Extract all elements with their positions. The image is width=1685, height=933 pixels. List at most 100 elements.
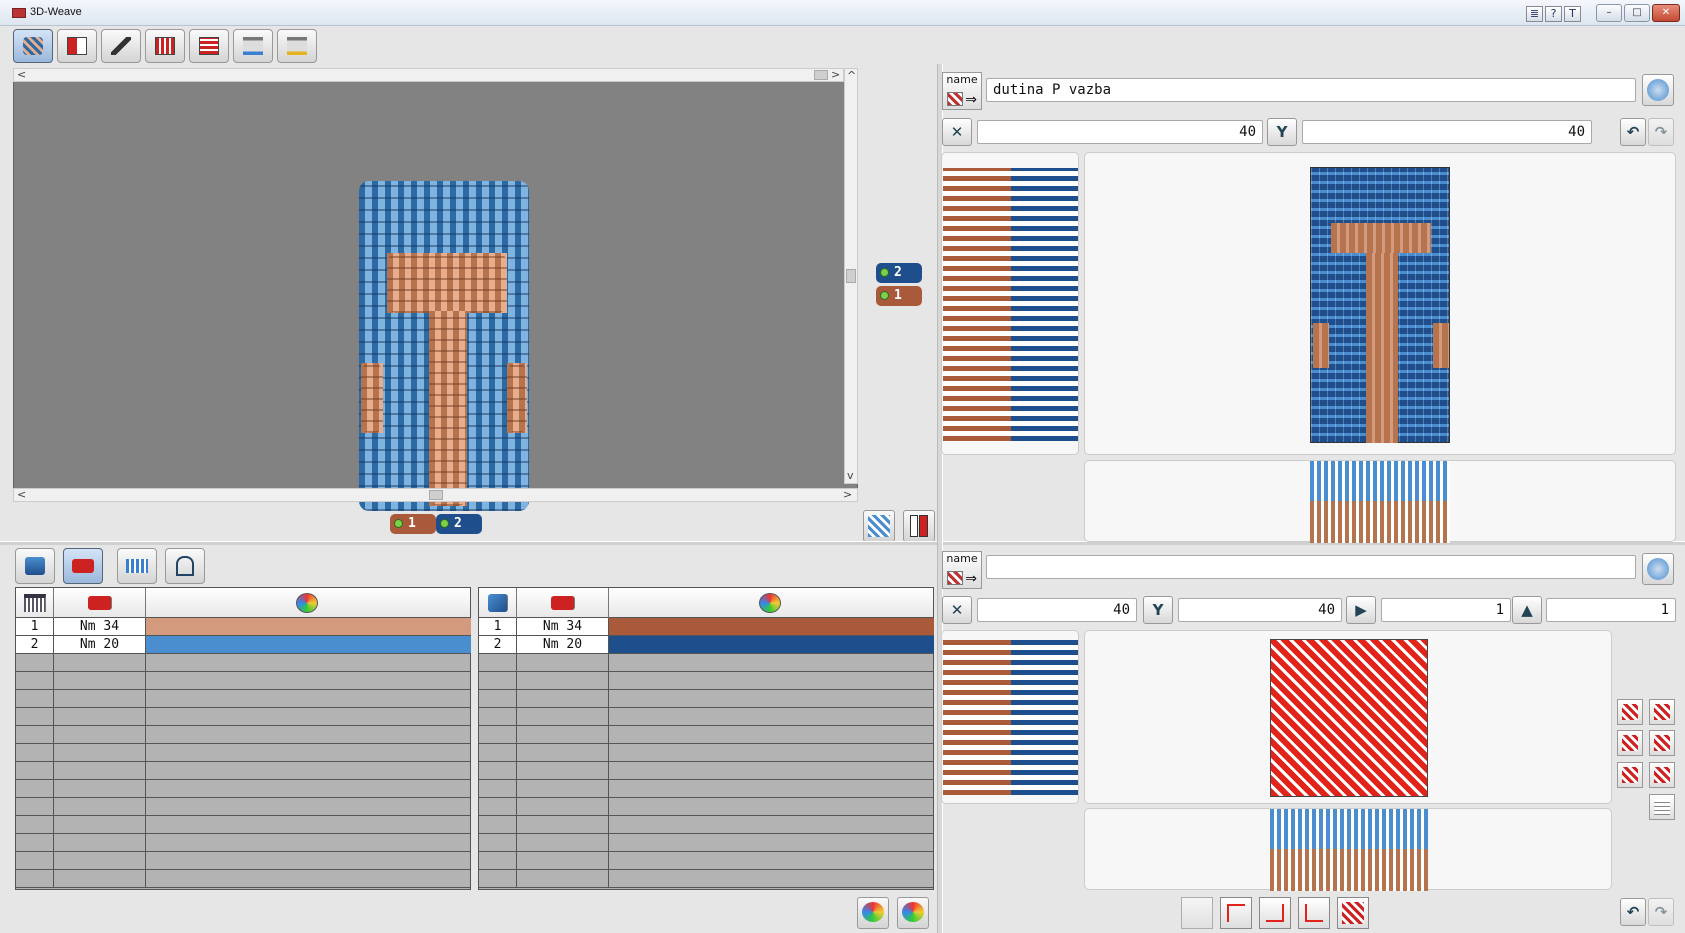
table-row[interactable]: 1 Nm 34 <box>479 618 934 636</box>
weave-name-field[interactable] <box>986 555 1636 579</box>
empty-table-row[interactable] <box>479 672 934 690</box>
grid-toggle-button[interactable] <box>1649 794 1675 820</box>
scroll-left-icon[interactable]: < <box>17 488 26 501</box>
empty-table-row[interactable] <box>479 870 934 888</box>
empty-table-row[interactable] <box>479 852 934 870</box>
empty-table-row[interactable] <box>16 654 471 672</box>
weft-yarn-table[interactable]: 1 Nm 34 2 Nm 20 <box>478 587 934 890</box>
weave-redo-button[interactable]: ↷ <box>1648 898 1674 926</box>
empty-table-row[interactable] <box>479 708 934 726</box>
shift-down-left-button[interactable] <box>1298 897 1330 929</box>
maximize-button[interactable]: □ <box>1624 4 1650 22</box>
scroll-right-icon[interactable]: > <box>843 488 852 501</box>
empty-table-row[interactable] <box>479 654 934 672</box>
shuttle-button[interactable] <box>101 29 141 63</box>
weave-step-y-field[interactable]: 1 <box>1546 598 1676 622</box>
pattern-height-field[interactable]: 40 <box>1302 120 1592 144</box>
tab-wave[interactable] <box>165 548 205 584</box>
empty-table-row[interactable] <box>16 870 471 888</box>
scroll-up-icon[interactable]: ^ <box>847 69 856 82</box>
weave-weft-pane[interactable] <box>941 630 1079 804</box>
3d-view-top-hscroll[interactable]: < > <box>13 68 844 82</box>
table-row[interactable]: 2 Nm 20 <box>16 636 471 654</box>
weave-step-x-field[interactable]: 1 <box>1381 598 1511 622</box>
weave-warp-pane[interactable] <box>1084 808 1612 891</box>
empty-table-row[interactable] <box>16 834 471 852</box>
weave-height-field[interactable]: 40 <box>1178 598 1342 622</box>
undo-button[interactable]: ↶ <box>1620 118 1646 146</box>
3d-view-button[interactable] <box>13 29 53 63</box>
empty-table-row[interactable] <box>16 816 471 834</box>
weave-tool-2[interactable] <box>1649 699 1675 725</box>
load-palette-button[interactable] <box>857 897 889 929</box>
table-row[interactable]: 1 Nm 34 <box>16 618 471 636</box>
empty-table-row[interactable] <box>16 780 471 798</box>
weave-grid-button[interactable] <box>145 29 185 63</box>
weave-tool-4[interactable] <box>1649 730 1675 756</box>
warp-tag-1[interactable]: 1 <box>390 514 436 534</box>
tools-icon[interactable]: T <box>1564 6 1581 22</box>
blank-button[interactable] <box>1181 897 1213 929</box>
close-button[interactable]: ✕ <box>1652 4 1680 22</box>
yarn-color-swatch[interactable] <box>609 618 934 635</box>
pattern-width-field[interactable]: 40 <box>977 120 1263 144</box>
weave-width-field[interactable]: 40 <box>977 598 1137 622</box>
bobbin-blue-button[interactable] <box>233 29 273 63</box>
hscroll-thumb-top[interactable] <box>814 70 828 80</box>
empty-table-row[interactable] <box>16 708 471 726</box>
weft-tag-2[interactable]: 2 <box>876 263 922 283</box>
scroll-right-icon[interactable]: > <box>831 68 840 81</box>
minimize-button[interactable]: – <box>1596 4 1622 22</box>
weave-tool-6[interactable] <box>1649 762 1675 788</box>
redo-button[interactable]: ↷ <box>1648 118 1674 146</box>
warp-yarn-table[interactable]: 1 Nm 34 2 Nm 20 <box>15 587 471 890</box>
3d-view-vscroll[interactable]: ^ v <box>844 68 858 484</box>
invert-weave-button[interactable] <box>1337 897 1369 929</box>
horizontal-splitter[interactable] <box>0 541 937 545</box>
empty-table-row[interactable] <box>479 816 934 834</box>
yarn-color-swatch[interactable] <box>146 636 471 653</box>
pattern-button[interactable] <box>57 29 97 63</box>
empty-table-row[interactable] <box>16 762 471 780</box>
empty-table-row[interactable] <box>479 798 934 816</box>
tab-density[interactable] <box>117 548 157 584</box>
save-palette-button[interactable] <box>897 897 929 929</box>
empty-table-row[interactable] <box>479 834 934 852</box>
pattern-preview-pane[interactable] <box>1084 152 1676 455</box>
yarn-color-swatch[interactable] <box>609 636 934 653</box>
help-icon[interactable]: ? <box>1545 6 1562 22</box>
warp-sequence-pane[interactable] <box>1084 460 1676 543</box>
empty-table-row[interactable] <box>16 672 471 690</box>
pattern-view-button[interactable] <box>1642 74 1674 106</box>
weave-preview-pane[interactable] <box>1084 630 1612 804</box>
empty-table-row[interactable] <box>479 780 934 798</box>
threads-toggle-button[interactable] <box>903 510 935 542</box>
3d-view-hscroll[interactable]: < > <box>13 488 858 502</box>
hscroll-thumb[interactable] <box>429 490 443 500</box>
fabric-3d-view[interactable] <box>13 68 858 511</box>
empty-table-row[interactable] <box>479 762 934 780</box>
pattern-name-field[interactable]: dutina P vazba <box>986 78 1636 102</box>
info-icon[interactable]: ≣ <box>1526 6 1543 22</box>
weave-grid2-button[interactable] <box>189 29 229 63</box>
fabric-render-button[interactable] <box>863 510 895 542</box>
table-row[interactable]: 2 Nm 20 <box>479 636 934 654</box>
empty-table-row[interactable] <box>479 726 934 744</box>
shift-down-right-button[interactable] <box>1259 897 1291 929</box>
tab-yarn-settings[interactable] <box>15 548 55 584</box>
empty-table-row[interactable] <box>16 690 471 708</box>
empty-table-row[interactable] <box>16 798 471 816</box>
weave-view-button[interactable] <box>1642 553 1674 585</box>
weave-tool-5[interactable] <box>1617 762 1643 788</box>
weave-undo-button[interactable]: ↶ <box>1620 898 1646 926</box>
yarn-color-swatch[interactable] <box>146 618 471 635</box>
empty-table-row[interactable] <box>16 852 471 870</box>
empty-table-row[interactable] <box>479 744 934 762</box>
tab-thickness[interactable] <box>63 548 103 584</box>
vscroll-thumb[interactable] <box>846 269 856 283</box>
shift-up-left-button[interactable] <box>1220 897 1252 929</box>
weave-tool-3[interactable] <box>1617 730 1643 756</box>
scroll-down-icon[interactable]: v <box>847 469 854 482</box>
weft-sequence-pane[interactable] <box>941 152 1079 455</box>
empty-table-row[interactable] <box>16 744 471 762</box>
